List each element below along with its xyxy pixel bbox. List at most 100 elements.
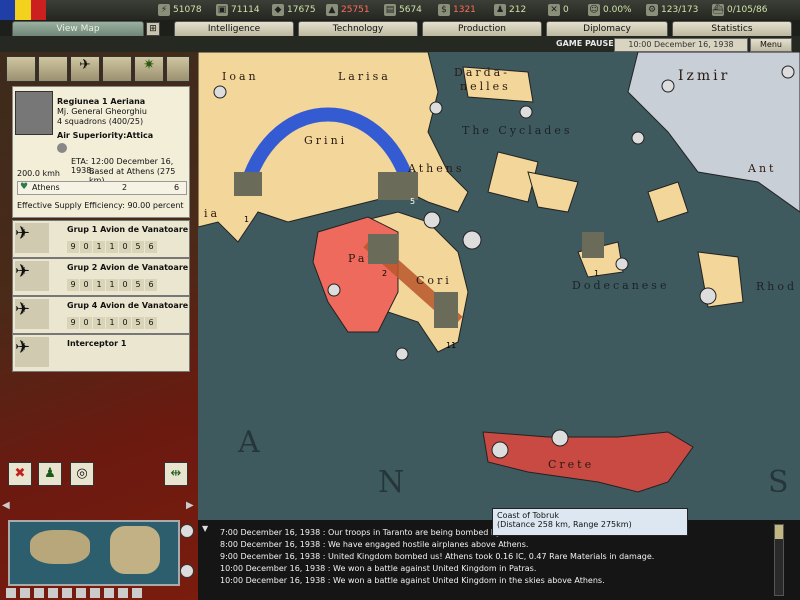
scroll-thumb[interactable] — [775, 525, 783, 539]
log-scrollbar[interactable] — [774, 524, 784, 596]
filter-icon[interactable] — [34, 588, 44, 598]
svg-text:11: 11 — [446, 341, 456, 350]
resource-transport: ✕ 0 — [548, 2, 569, 18]
tab-technology[interactable]: Technology — [298, 21, 418, 37]
energy-icon: ⚡ — [158, 4, 170, 16]
disband-button[interactable]: ✖ — [8, 462, 32, 486]
map-label-crete: Crete — [548, 458, 594, 471]
map-label-corinth: Cori — [416, 274, 452, 287]
log-line: 8:00 December 16, 1938 : We have engaged… — [220, 540, 529, 549]
supply-efficiency: Effective Supply Efficiency: 90.00 perce… — [17, 201, 184, 210]
map-label-sea: A — [237, 425, 263, 460]
fighter-plane-icon: ✈ — [15, 299, 49, 329]
burst-icon: ✷ — [143, 57, 155, 73]
unit-mission: Air Superiority:Attica — [57, 131, 154, 140]
squadron-row[interactable]: ✈ Grup 1 Avion de Vanatoare 9011056 — [12, 220, 190, 258]
commander-name: Mj. General Gheorghiu — [57, 107, 147, 116]
map-label-rhodes: Rhod — [756, 280, 797, 293]
filter-icon[interactable] — [20, 588, 30, 598]
filter-icon[interactable] — [76, 588, 86, 598]
map-label-sea: N — [378, 465, 407, 500]
svg-text:1: 1 — [244, 215, 249, 224]
map-label-larisa: Larisa — [338, 70, 391, 83]
outliner-icon[interactable]: ⊞ — [146, 22, 160, 36]
resource-supplies: ▤ 5674 — [384, 4, 422, 16]
resource-money: $1321 — [438, 2, 476, 18]
mapmode-air-button[interactable]: ✈ — [70, 56, 100, 82]
convoy-icon: ⛴ — [712, 4, 724, 16]
resource-ic: ⚙ 123/173 — [646, 4, 699, 16]
transport-icon: ✕ — [548, 4, 560, 16]
mapmode-terrain-button[interactable] — [6, 56, 36, 82]
mapmode-political-button[interactable] — [38, 56, 68, 82]
log-line: 9:00 December 16, 1938 : United Kingdom … — [220, 552, 655, 561]
squadron-row[interactable]: ✈ Grup 2 Avion de Vanatoare 9011056 — [12, 258, 190, 296]
mapmode-land-button[interactable] — [102, 56, 132, 82]
map-tooltip: Coast of Tobruk (Distance 258 km, Range … — [492, 508, 688, 536]
filter-icon[interactable] — [104, 588, 114, 598]
target-button[interactable]: ◎ — [70, 462, 94, 486]
filter-icon[interactable] — [6, 588, 16, 598]
tab-intelligence[interactable]: Intelligence — [174, 21, 294, 37]
log-line: 10:00 December 16, 1938 : We won a battl… — [220, 564, 537, 573]
scroll-right-arrow-icon[interactable]: ▶ — [186, 500, 194, 511]
minimap[interactable] — [8, 520, 180, 586]
ic-icon: ⚙ — [646, 4, 658, 16]
map-canvas[interactable]: Ioan Larisa Darda- nelles Izmir The Cycl… — [198, 52, 800, 520]
minimap-land — [110, 526, 160, 574]
main-tabs: View Map Intelligence Technology Product… — [0, 20, 800, 37]
plane-icon: ✈ — [79, 57, 91, 73]
resource-energy: ⚡ 51078 — [158, 2, 202, 18]
tab-statistics[interactable]: Statistics — [672, 21, 792, 37]
minimap-land — [30, 530, 90, 564]
tab-production[interactable]: Production — [422, 21, 542, 37]
map-label-dardanelles: nelles — [460, 80, 511, 93]
unit-strength: 4 squadrons (400/25) — [57, 117, 144, 126]
fighter-plane-icon: ✈ — [15, 223, 49, 253]
romania-flag-icon — [0, 0, 46, 20]
svg-text:2: 2 — [382, 269, 387, 278]
map-label-dodecanese: Dodecanese — [572, 279, 669, 292]
minimap-filter-bar — [6, 588, 186, 598]
merge-unit-button[interactable]: ⇹ — [164, 462, 188, 486]
squadron-row[interactable]: ✈ Grup 4 Avion de Vanatoare 9011056 — [12, 296, 190, 334]
left-panel: ✈ ✷ Regiunea 1 Aeriana Mj. General Gheor… — [0, 52, 198, 600]
mapmode-combat-button[interactable]: ✷ — [134, 56, 164, 82]
map-label-antalya: Ant — [747, 162, 776, 175]
filter-icon[interactable] — [62, 588, 72, 598]
status-row: GAME PAUSED 10:00 December 16, 1938 Menu — [0, 36, 800, 52]
menu-button[interactable]: Menu — [750, 38, 792, 52]
squadron-stats: 9011056 — [67, 241, 158, 253]
tab-view-map[interactable]: View Map — [12, 21, 144, 37]
tab-diplomacy[interactable]: Diplomacy — [546, 21, 668, 37]
squadron-stats: 9011056 — [67, 279, 158, 291]
squadron-stats: 9011056 — [67, 317, 158, 329]
svg-text:1: 1 — [594, 269, 599, 278]
map-label-ia: ia — [204, 207, 220, 220]
money-icon: $ — [438, 4, 450, 16]
zoom-out-button[interactable] — [180, 564, 194, 578]
resource-oil: ▲ 25751 — [326, 2, 370, 18]
unit-speed: 200.0 kmh — [17, 169, 60, 178]
metal-icon: ▣ — [216, 4, 228, 16]
world-map[interactable]: Ioan Larisa Darda- nelles Izmir The Cycl… — [198, 52, 800, 520]
game-paused-label: GAME PAUSED — [556, 39, 621, 48]
split-unit-button[interactable]: ♟ — [38, 462, 62, 486]
resource-metal: ▣ 71114 — [216, 4, 260, 16]
scroll-left-arrow-icon[interactable]: ◀ — [2, 500, 10, 511]
mapmode-weather-button[interactable] — [166, 56, 190, 82]
squadron-row[interactable]: ✈ Interceptor 1 — [12, 334, 190, 372]
filter-icon[interactable] — [118, 588, 128, 598]
filter-icon[interactable] — [48, 588, 58, 598]
base-selector[interactable]: ♥ Athens 2 6 — [17, 181, 187, 195]
resource-bar: ⚡ 51078 ▣ 71114 ◆ 17675 ▲ 25751 ▤ 5674 $1321 … — [0, 0, 800, 21]
commander-portrait — [15, 91, 53, 135]
filter-icon[interactable] — [90, 588, 100, 598]
filter-icon[interactable] — [132, 588, 142, 598]
unit-name: Regiunea 1 Aeriana — [57, 97, 146, 106]
log-collapse-arrow-icon[interactable]: ▼ — [202, 524, 208, 533]
game-date: 10:00 December 16, 1938 — [614, 38, 748, 52]
zoom-in-button[interactable] — [180, 524, 194, 538]
clock-icon — [57, 143, 67, 153]
resource-convoy: ⛴ 0/105/86 — [712, 4, 768, 16]
